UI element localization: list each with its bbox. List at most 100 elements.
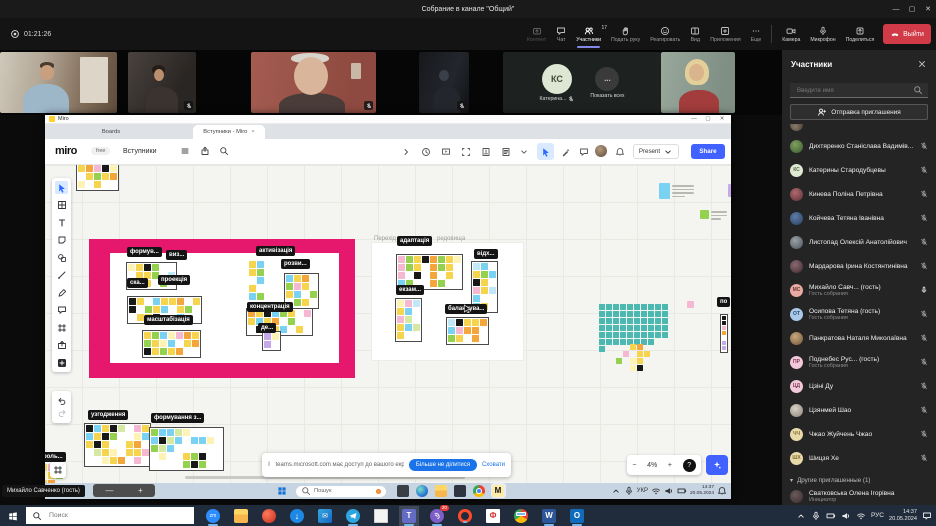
avatar-group[interactable]: ...Показать всех	[590, 67, 624, 99]
language-indicator[interactable]: УКР	[637, 488, 648, 494]
start-button[interactable]	[277, 486, 287, 496]
taskbar-search[interactable]	[26, 507, 194, 524]
hide-share-bar-button[interactable]: Сховати	[482, 462, 505, 468]
app-icon-mail[interactable]: ✉	[318, 509, 332, 523]
text-block[interactable]	[711, 211, 727, 220]
participant-row[interactable]: КСКатерины Стародубцевы	[782, 158, 936, 182]
toolbar-button-поделиться[interactable]: Поделиться	[841, 24, 880, 45]
focus-icon[interactable]	[461, 147, 471, 157]
tray-expand-icon[interactable]	[611, 486, 621, 496]
tray-expand-icon[interactable]	[796, 511, 806, 521]
board-label[interactable]: відх...	[474, 249, 498, 259]
select-tool-button[interactable]	[537, 143, 554, 160]
other-invitees-section[interactable]: ▾ Другие приглашенные (1)	[782, 470, 936, 487]
frame-title[interactable]: редовища	[437, 236, 465, 242]
participant-row[interactable]: Мардарова Ірина Костянтинівна	[782, 254, 936, 278]
mic-tray-icon[interactable]	[624, 486, 634, 496]
participant-search[interactable]	[790, 83, 928, 98]
app-icon-ccleaner[interactable]	[262, 509, 276, 523]
maximize-button[interactable]: ▢	[904, 5, 920, 13]
notifications-icon[interactable]	[717, 486, 727, 496]
notes-icon[interactable]	[501, 147, 511, 157]
battery-icon[interactable]	[826, 511, 836, 521]
toolbar-button-участники[interactable]: Участники17	[571, 24, 606, 45]
participant-row[interactable]: Дихтяренко Станіслава Вадимів...	[782, 134, 936, 158]
participant-row[interactable]: ЧЧЧжао Жуйчень Чжао	[782, 422, 936, 446]
zoom-out-button[interactable]: −	[632, 462, 636, 469]
sticky-cluster[interactable]	[446, 317, 489, 345]
board-label[interactable]: концентрація	[247, 302, 293, 312]
comments-icon[interactable]	[579, 147, 589, 157]
sticky-cluster[interactable]	[76, 165, 119, 191]
app-icon-downloader[interactable]: ↓	[290, 509, 304, 523]
app-icon-word[interactable]: W	[542, 509, 556, 523]
network-icon[interactable]	[856, 511, 866, 521]
participant-row[interactable]: ОТОсипова Тетяна (гость)Гость собрания	[782, 302, 936, 326]
shapes-tool[interactable]	[55, 251, 68, 264]
toolbar-button-реагировать[interactable]: Реагировать	[645, 24, 685, 45]
taskbar-search[interactable]: Пошук	[296, 486, 386, 497]
avatar-group[interactable]: КСКатерина...	[539, 64, 574, 102]
zoom-out-button[interactable]: —	[105, 486, 113, 495]
participant-video-tile[interactable]	[0, 52, 117, 113]
invite-button[interactable]: Отправка приглашения	[790, 104, 928, 120]
volume-icon[interactable]	[841, 511, 851, 521]
participant-video-tile[interactable]	[661, 52, 735, 113]
board-label[interactable]: роль...	[45, 452, 66, 462]
board-label[interactable]: розви...	[281, 259, 310, 269]
sticky-cluster[interactable]	[84, 423, 151, 467]
toolbar-button-подать-руку[interactable]: Подать руку	[606, 24, 645, 45]
text-tool[interactable]	[55, 216, 68, 229]
participant-row[interactable]: МСМихайло Савч... (гость)Гость собрания	[782, 278, 936, 302]
start-button[interactable]	[8, 511, 18, 521]
help-button[interactable]: ?	[683, 459, 696, 472]
toolbar-button-камера[interactable]: Камера	[777, 24, 805, 45]
templates-tool[interactable]	[55, 199, 68, 212]
app-icon-telegram[interactable]	[346, 509, 360, 523]
pen-tool[interactable]	[55, 286, 68, 299]
app-icon-chrome[interactable]	[473, 485, 485, 497]
share-button[interactable]: Share	[691, 144, 725, 159]
undo-icon[interactable]	[57, 396, 67, 406]
sticky-note-tool[interactable]	[55, 234, 68, 247]
app-icon-viber[interactable]: 20	[430, 509, 444, 523]
clock[interactable]: 14:37 20.05.2024	[889, 509, 917, 522]
mic-tray-icon[interactable]	[811, 511, 821, 521]
sticky-note[interactable]	[687, 301, 694, 308]
wifi-icon[interactable]	[651, 486, 661, 496]
participant-row[interactable]: Кинева Поліна Петрівна	[782, 182, 936, 206]
board-label[interactable]: проекція	[158, 275, 190, 285]
toolbar-button-чат[interactable]: Чат	[551, 24, 571, 45]
redo-icon[interactable]	[57, 408, 67, 418]
app-icon-explorer[interactable]	[234, 509, 248, 523]
close-panel-icon[interactable]	[917, 59, 927, 69]
board-label[interactable]: ска...	[127, 278, 148, 288]
participant-avatar-tile[interactable]: КСКатерина... ...Показать всех	[503, 52, 661, 113]
search-input[interactable]	[47, 511, 188, 520]
export-icon[interactable]	[200, 146, 210, 156]
participant-row[interactable]: Сватковська Олена ІгорівнаИнициатор	[782, 487, 936, 505]
board-label[interactable]: екзам...	[396, 285, 424, 295]
toolbar-button-приложения[interactable]: Приложения	[705, 24, 745, 45]
slides-icon[interactable]	[481, 147, 491, 157]
battery-icon[interactable]	[677, 486, 687, 496]
participant-row[interactable]: ЦДЦзіні Ду	[782, 374, 936, 398]
sticky-cluster[interactable]	[149, 427, 224, 471]
app-icon-zoom[interactable]: zm	[206, 509, 220, 523]
expand-icon[interactable]	[401, 147, 411, 157]
sticky-cluster[interactable]	[720, 314, 728, 353]
board-label[interactable]: узгодження	[88, 410, 128, 420]
user-avatar[interactable]	[595, 145, 607, 157]
toolbar-button-еще[interactable]: Еще	[746, 24, 767, 45]
board-label[interactable]: формув...	[127, 247, 162, 257]
toolbar-button-вид[interactable]: Вид	[685, 24, 705, 45]
participant-video-tile[interactable]	[128, 52, 196, 113]
close-tab-icon[interactable]: ×	[251, 129, 254, 135]
app-icon-folder[interactable]	[435, 485, 447, 497]
sticky-cluster[interactable]	[616, 344, 657, 372]
sticky-cluster[interactable]	[262, 331, 281, 351]
zoom-in-button[interactable]: +	[138, 486, 143, 495]
stop-sharing-button[interactable]: Більше не ділитися	[409, 459, 477, 471]
sticky-note[interactable]	[659, 183, 670, 199]
close-button[interactable]: ✕	[920, 5, 936, 13]
